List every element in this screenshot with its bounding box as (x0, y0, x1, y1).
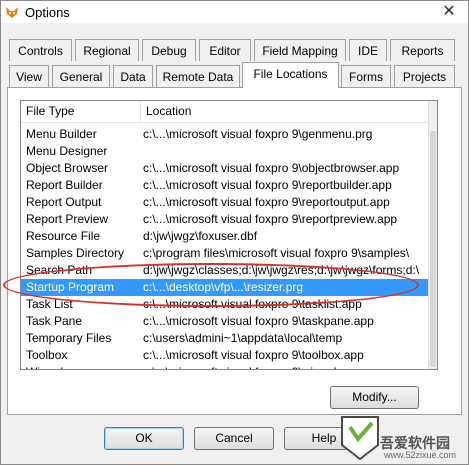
row-location: c:\...\microsoft visual foxpro 9\objectb… (143, 161, 400, 175)
file-locations-panel: File Type Location Menu Builder c:\...\mi… (7, 87, 462, 415)
list-row[interactable]: Report Builder c:\...\microsoft visual fo… (21, 177, 429, 194)
row-file-type: Report Builder (26, 178, 103, 192)
title-bar: Options ✕ (1, 1, 468, 23)
row-file-type: Temporary Files (26, 331, 112, 345)
options-dialog: Options ✕ Controls Regional Debug Editor… (0, 0, 469, 465)
watermark-url: www.52zixue.com (384, 450, 457, 460)
row-file-type: Resource File (26, 229, 101, 243)
scroll-thumb[interactable] (430, 131, 436, 367)
list-row[interactable]: Search Path d:\jw\jwgz\classes;d:\jw\jwgz… (21, 262, 429, 279)
row-location: c:\...\desktop\vfp\...\resizer.prg (143, 280, 304, 294)
list-row[interactable]: Samples Directory c:\program files\micros… (21, 245, 429, 262)
list-row[interactable]: Task List c:\...\microsoft visual foxpro … (21, 296, 429, 313)
row-file-type: Samples Directory (26, 246, 125, 260)
list-rows: Menu Builder c:\...\microsoft visual foxp… (21, 126, 429, 369)
tab-file-locations[interactable]: File Locations (242, 62, 339, 88)
site-watermark: 吾爱软件园 www.52zixue.com (336, 409, 468, 464)
vertical-scrollbar[interactable] (428, 101, 437, 369)
row-location: c:\...\microsoft visual foxpro 9\reportb… (143, 178, 392, 192)
window-title: Options (25, 5, 70, 20)
row-location: c:\...\microsoft visual foxpro 9\wizard.… (143, 364, 429, 369)
row-file-type: Report Output (26, 195, 102, 209)
row-location: c:\...\microsoft visual foxpro 9\genmenu… (143, 127, 373, 141)
list-row[interactable]: Wizardsc:\...\microsoft visual foxpro 9\… (21, 364, 429, 369)
list-row[interactable]: Report Preview c:\...\microsoft visual fo… (21, 211, 429, 228)
column-header-file-type[interactable]: File Type (21, 101, 141, 122)
tab-reports[interactable]: Reports (390, 39, 455, 61)
tab-editor[interactable]: Editor (199, 39, 251, 61)
tab-projects[interactable]: Projects (394, 65, 455, 87)
list-row[interactable]: Resource File d:\jw\jwgz\foxuser.dbf (21, 228, 429, 245)
list-row[interactable]: Object Browser c:\...\microsoft visual fo… (21, 160, 429, 177)
list-row[interactable]: Toolbox c:\...\microsoft visual foxpro 9\… (21, 347, 429, 364)
column-header-location[interactable]: Location (141, 101, 429, 122)
list-row[interactable]: Report Output c:\...\microsoft visual fox… (21, 194, 429, 211)
tab-remote-data[interactable]: Remote Data (156, 65, 240, 87)
tab-forms[interactable]: Forms (341, 65, 391, 87)
tab-regional[interactable]: Regional (75, 39, 139, 61)
file-location-list[interactable]: File Type Location Menu Builder c:\...\mi… (20, 100, 438, 370)
row-location: c:\users\admini~1\appdata\local\temp (143, 331, 343, 345)
tab-view[interactable]: View (9, 65, 49, 87)
tab-debug[interactable]: Debug (142, 39, 196, 61)
fox-app-icon (6, 7, 18, 18)
row-file-type: Task Pane (26, 314, 83, 328)
cancel-button[interactable]: Cancel (194, 427, 274, 450)
tab-ide[interactable]: IDE (349, 39, 387, 61)
watermark-logo-icon (341, 416, 379, 461)
row-location: c:\...\microsoft visual foxpro 9\reporto… (143, 195, 390, 209)
row-file-type: Startup Program (26, 280, 115, 294)
row-location: d:\jw\jwgz\classes;d:\jw\jwgz\res;d:\jw\… (143, 263, 420, 277)
row-location: c:\...\microsoft visual foxpro 9\toolbox… (143, 348, 364, 362)
row-file-type: Menu Builder (26, 127, 97, 141)
list-header: File Type Location (21, 101, 437, 123)
row-location: c:\...\microsoft visual foxpro 9\tasklis… (143, 297, 362, 311)
row-file-type: Wizards (26, 364, 144, 369)
row-file-type: Search Path (26, 263, 93, 277)
tab-field-mapping[interactable]: Field Mapping (254, 39, 346, 61)
tab-controls[interactable]: Controls (9, 39, 72, 61)
list-row[interactable]: Menu Designer (21, 143, 429, 160)
list-row[interactable]: Menu Builder c:\...\microsoft visual foxp… (21, 126, 429, 143)
modify-button[interactable]: Modify... (330, 386, 419, 409)
row-file-type: Menu Designer (26, 144, 108, 158)
row-file-type: Toolbox (26, 348, 68, 362)
tab-data[interactable]: Data (113, 65, 153, 87)
row-location: c:\...\microsoft visual foxpro 9\reportp… (143, 212, 398, 226)
row-file-type: Object Browser (26, 161, 109, 175)
row-location: d:\jw\jwgz\foxuser.dbf (143, 229, 258, 243)
list-row[interactable]: Task Pane c:\...\microsoft visual foxpro … (21, 313, 429, 330)
tab-general[interactable]: General (52, 65, 110, 87)
ok-button[interactable]: OK (104, 427, 184, 450)
close-button[interactable]: ✕ (438, 2, 460, 22)
row-file-type: Report Preview (26, 212, 109, 226)
row-location: c:\program files\microsoft visual foxpro… (143, 246, 410, 260)
row-location: c:\...\microsoft visual foxpro 9\taskpan… (143, 314, 374, 328)
list-row[interactable]: Temporary Files c:\users\admini~1\appdata… (21, 330, 429, 347)
row-file-type: Task List (26, 297, 73, 311)
list-row[interactable]: Startup Program c:\...\desktop\vfp\...\re… (21, 279, 429, 296)
